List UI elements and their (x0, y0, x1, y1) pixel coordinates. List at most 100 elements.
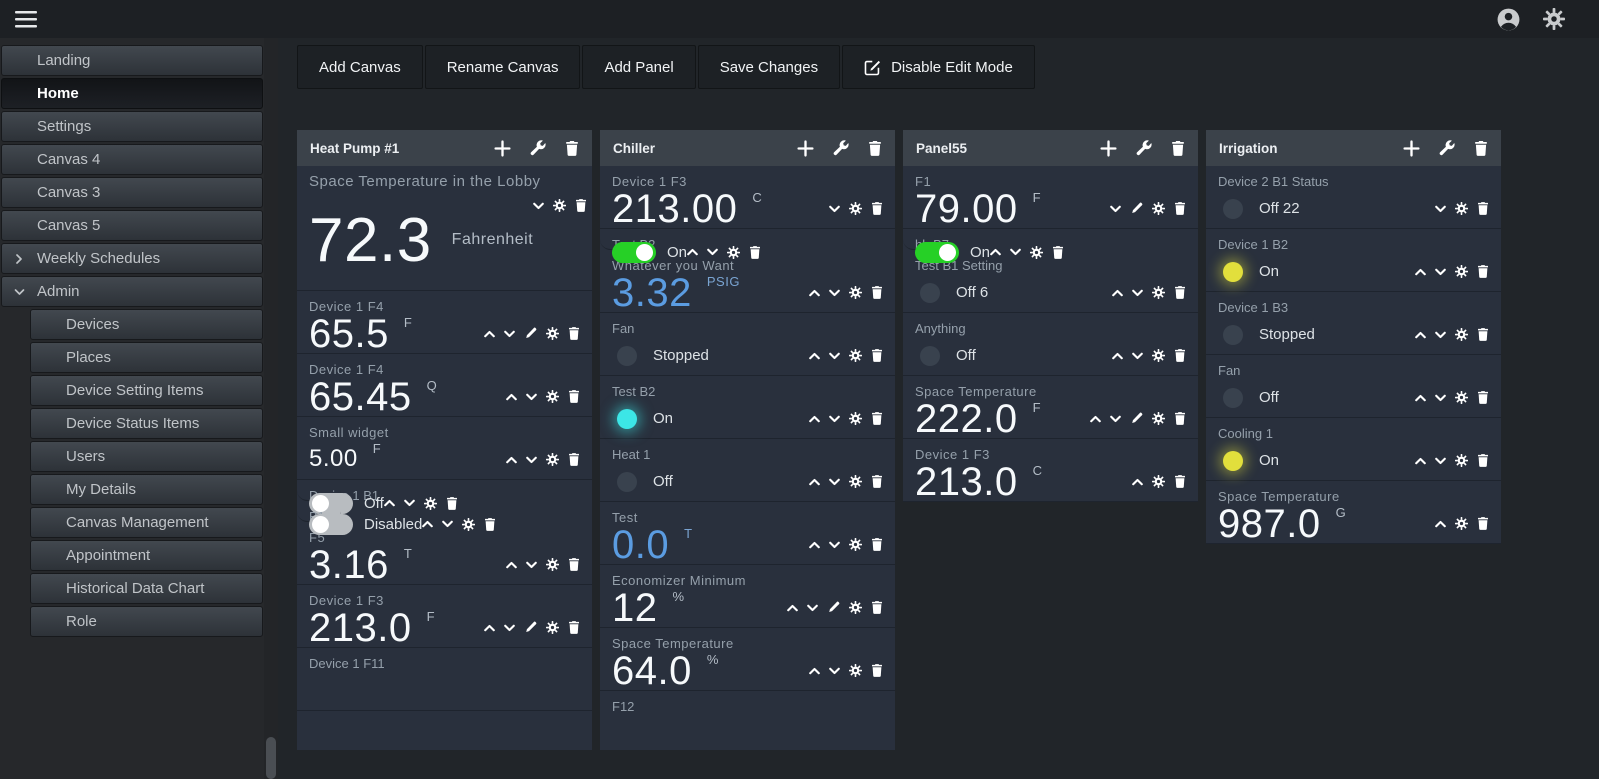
move-up-button[interactable] (422, 520, 434, 528)
move-down-button[interactable] (829, 289, 840, 297)
widget-settings-button[interactable] (546, 621, 559, 634)
toggle-switch[interactable] (309, 513, 353, 535)
add-widget-button[interactable] (797, 139, 814, 157)
widget-settings-button[interactable] (546, 390, 559, 403)
move-up-button[interactable] (990, 248, 1001, 256)
widget-settings-button[interactable] (1455, 328, 1468, 341)
sidebar-item-historical-data-chart[interactable]: Historical Data Chart (30, 573, 263, 604)
delete-widget-button[interactable] (1477, 328, 1489, 341)
widget-settings-button[interactable] (849, 475, 862, 488)
delete-panel-button[interactable] (868, 140, 882, 156)
sidebar-item-weekly-schedules[interactable]: Weekly Schedules (1, 243, 263, 274)
delete-widget-button[interactable] (568, 558, 580, 571)
widget-settings-button[interactable] (849, 664, 862, 677)
disable-edit-mode-button[interactable]: Disable Edit Mode (842, 45, 1035, 89)
widget-settings-button[interactable] (1455, 265, 1468, 278)
move-down-button[interactable] (504, 624, 515, 632)
move-up-button[interactable] (809, 352, 820, 360)
delete-widget-button[interactable] (1052, 245, 1064, 259)
delete-widget-button[interactable] (446, 496, 458, 510)
delete-widget-button[interactable] (1477, 202, 1489, 215)
delete-widget-button[interactable] (871, 349, 883, 362)
move-down-button[interactable] (1132, 289, 1143, 297)
move-down-button[interactable] (1132, 352, 1143, 360)
edit-widget-button[interactable] (1130, 202, 1143, 215)
widget-settings-button[interactable] (553, 199, 567, 212)
move-down-button[interactable] (1435, 205, 1446, 213)
delete-widget-button[interactable] (1174, 202, 1186, 215)
move-down-button[interactable] (807, 604, 818, 612)
add-widget-button[interactable] (494, 139, 511, 157)
add-widget-button[interactable] (1100, 139, 1117, 157)
move-down-button[interactable] (829, 541, 840, 549)
widget-settings-button[interactable] (546, 558, 559, 571)
move-up-button[interactable] (787, 604, 798, 612)
move-down-button[interactable] (526, 393, 537, 401)
widget-settings-button[interactable] (1152, 412, 1165, 425)
move-up-button[interactable] (1090, 415, 1101, 423)
configure-panel-button[interactable] (833, 140, 849, 156)
sidebar-scrollbar-thumb[interactable] (266, 737, 276, 779)
configure-panel-button[interactable] (1439, 140, 1455, 156)
delete-widget-button[interactable] (871, 412, 883, 425)
move-down-button[interactable] (707, 248, 718, 256)
move-down-button[interactable] (1435, 394, 1446, 402)
delete-widget-button[interactable] (1174, 475, 1186, 488)
move-down-button[interactable] (1110, 205, 1121, 213)
delete-widget-button[interactable] (1477, 391, 1489, 404)
sidebar-item-settings[interactable]: Settings (1, 111, 263, 142)
add-canvas-button[interactable]: Add Canvas (297, 45, 423, 89)
toggle-switch[interactable] (612, 241, 656, 263)
delete-widget-button[interactable] (484, 517, 496, 531)
widget-settings-button[interactable] (1152, 286, 1165, 299)
sidebar-item-places[interactable]: Places (30, 342, 263, 373)
delete-widget-button[interactable] (568, 621, 580, 634)
move-up-button[interactable] (383, 499, 395, 507)
move-up-button[interactable] (809, 667, 820, 675)
delete-widget-button[interactable] (1174, 412, 1186, 425)
move-down-button[interactable] (1435, 331, 1446, 339)
move-down-button[interactable] (1110, 415, 1121, 423)
move-up-button[interactable] (809, 289, 820, 297)
delete-widget-button[interactable] (1477, 454, 1489, 467)
move-up-button[interactable] (809, 541, 820, 549)
delete-widget-button[interactable] (871, 202, 883, 215)
widget-settings-button[interactable] (1455, 454, 1468, 467)
edit-widget-button[interactable] (827, 601, 840, 614)
delete-panel-button[interactable] (565, 140, 579, 156)
widget-settings-button[interactable] (849, 412, 862, 425)
delete-panel-button[interactable] (1474, 140, 1488, 156)
move-down-button[interactable] (829, 415, 840, 423)
move-down-button[interactable] (1435, 457, 1446, 465)
move-down-button[interactable] (829, 478, 840, 486)
add-widget-button[interactable] (1403, 139, 1420, 157)
sidebar-item-admin[interactable]: Admin (1, 276, 263, 307)
widget-settings-button[interactable] (727, 245, 741, 259)
move-up-button[interactable] (484, 624, 495, 632)
move-up-button[interactable] (506, 393, 517, 401)
move-up-button[interactable] (1112, 289, 1123, 297)
sidebar-item-devices[interactable]: Devices (30, 309, 263, 340)
widget-settings-button[interactable] (1152, 349, 1165, 362)
sidebar-item-landing[interactable]: Landing (1, 45, 263, 76)
sidebar-item-my-details[interactable]: My Details (30, 474, 263, 505)
move-up-button[interactable] (1415, 268, 1426, 276)
widget-settings-button[interactable] (849, 538, 862, 551)
delete-widget-button[interactable] (568, 327, 580, 340)
move-down-button[interactable] (533, 202, 545, 210)
move-up-button[interactable] (809, 478, 820, 486)
save-changes-button[interactable]: Save Changes (697, 45, 841, 89)
move-down-button[interactable] (1010, 248, 1021, 256)
widget-settings-button[interactable] (1152, 202, 1165, 215)
sidebar-scrollbar[interactable] (264, 38, 278, 779)
sidebar-item-users[interactable]: Users (30, 441, 263, 472)
move-up-button[interactable] (1415, 394, 1426, 402)
user-icon[interactable] (1496, 7, 1521, 32)
configure-panel-button[interactable] (530, 140, 546, 156)
delete-widget-button[interactable] (1477, 517, 1489, 530)
widget-settings-button[interactable] (546, 453, 559, 466)
configure-panel-button[interactable] (1136, 140, 1152, 156)
move-down-button[interactable] (829, 205, 840, 213)
move-up-button[interactable] (1112, 352, 1123, 360)
sidebar-item-canvas-3[interactable]: Canvas 3 (1, 177, 263, 208)
